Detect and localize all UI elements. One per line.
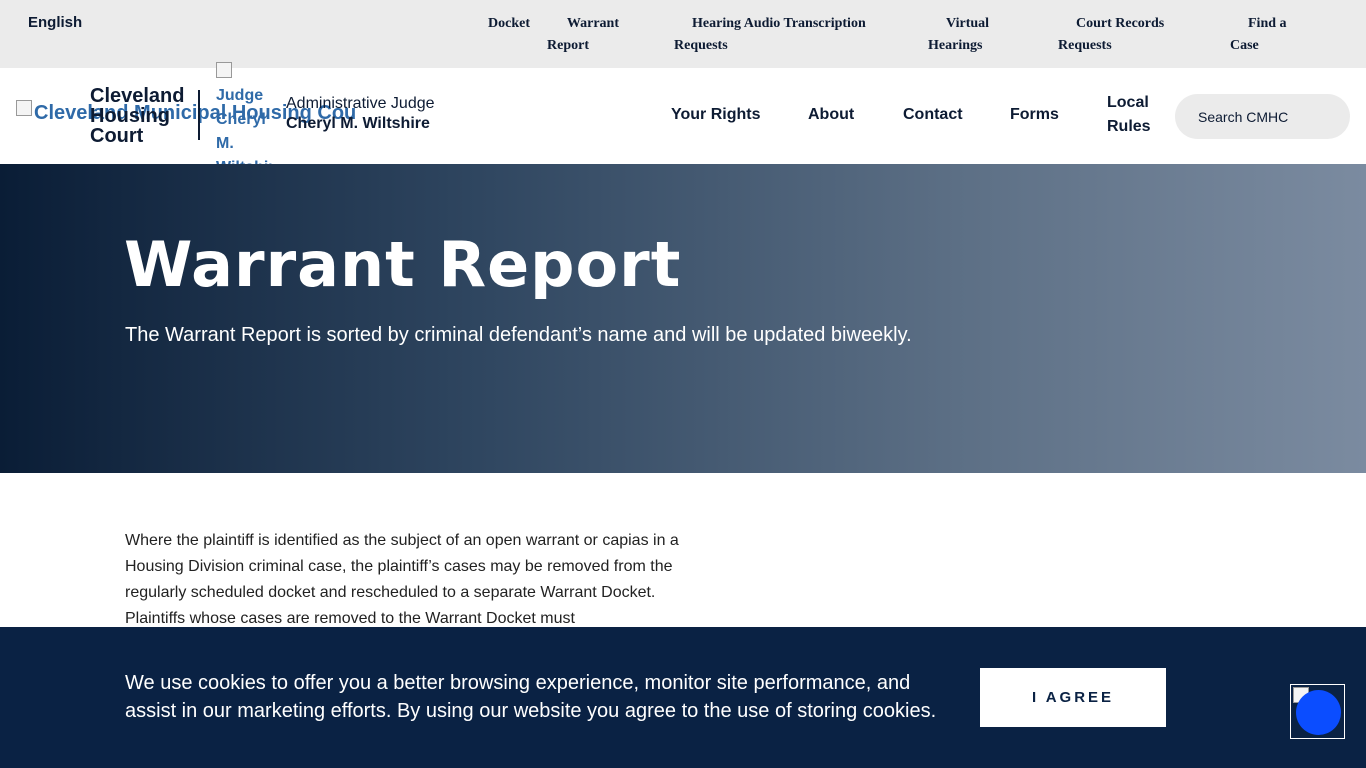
util-link-label: Docket	[488, 16, 530, 31]
header-divider	[198, 90, 200, 140]
page-subtitle: The Warrant Report is sorted by criminal…	[125, 324, 912, 346]
nav-contact[interactable]: Contact	[903, 103, 963, 127]
accessibility-widget[interactable]	[1290, 684, 1345, 739]
util-link-warrant-report[interactable]: Warrant Report	[547, 13, 619, 57]
judge-photo: Judge Cheryl M. Wiltshire	[216, 60, 272, 164]
util-link-label: Hearings	[928, 38, 983, 53]
hero-banner: Warrant Report The Warrant Report is sor…	[0, 164, 1366, 473]
util-link-hearing-audio[interactable]: Hearing Audio Transcription Requests	[674, 13, 874, 57]
util-link-label: Requests	[674, 38, 728, 53]
body-paragraph: Where the plaintiff is identified as the…	[125, 532, 679, 627]
util-link-label: Find a	[1248, 16, 1287, 31]
site-name: Cleveland Housing Court	[90, 85, 185, 147]
util-link-label: Warrant	[566, 16, 619, 31]
search-input[interactable]	[1175, 94, 1350, 139]
page-title: Warrant Report	[124, 228, 682, 301]
util-link-label: Hearing Audio Transcription	[692, 16, 866, 31]
util-link-label: Case	[1230, 38, 1259, 53]
nav-local-rules[interactable]: Local Rules	[1107, 91, 1167, 139]
util-link-court-records[interactable]: Court Records Requests	[1058, 13, 1178, 57]
agree-button[interactable]: I AGREE	[980, 668, 1166, 727]
utility-bar: English Docket Warrant Report Hearing Au…	[0, 0, 1366, 68]
util-link-virtual-hearings[interactable]: Virtual Hearings	[928, 13, 998, 57]
accessibility-icon[interactable]	[1296, 690, 1341, 735]
nav-about[interactable]: About	[808, 103, 854, 127]
broken-image-icon	[216, 62, 232, 78]
site-header: Cleveland Municipal Housing Cou Clevelan…	[0, 62, 1366, 164]
broken-image-icon	[16, 99, 32, 116]
util-link-label: Virtual	[946, 16, 990, 31]
util-link-label: Court Records	[1076, 16, 1165, 31]
util-link-find-case[interactable]: Find a Case	[1230, 13, 1300, 57]
util-link-label: Requests	[1058, 38, 1112, 53]
util-link-label: Report	[547, 38, 589, 53]
nav-your-rights[interactable]: Your Rights	[671, 103, 760, 127]
language-selector[interactable]: English	[28, 14, 82, 31]
judge-photo-alt: Judge Cheryl M. Wiltshire	[216, 87, 272, 164]
judge-title: Administrative Judge Cheryl M. Wiltshire	[286, 94, 435, 134]
cookie-banner: We use cookies to offer you a better bro…	[0, 627, 1366, 768]
judge-name: Cheryl M. Wiltshire	[286, 115, 430, 132]
cookie-message: We use cookies to offer you a better bro…	[125, 672, 937, 722]
nav-forms[interactable]: Forms	[1010, 103, 1059, 127]
judge-role: Administrative Judge	[286, 95, 435, 112]
util-link-docket[interactable]: Docket	[488, 13, 530, 35]
